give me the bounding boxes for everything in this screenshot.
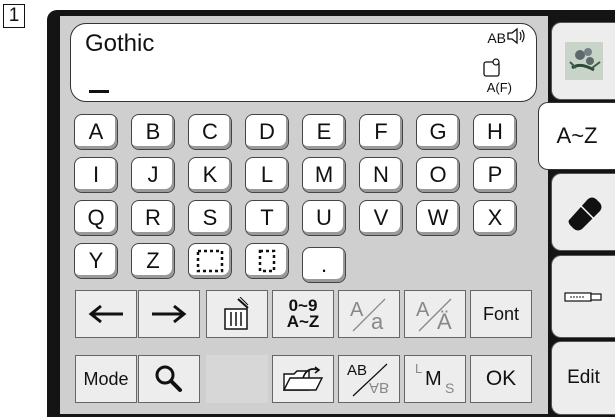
text-display: Gothic AB A(F) bbox=[70, 23, 537, 102]
mirror-button[interactable]: AB AB bbox=[338, 355, 400, 403]
key-b[interactable]: B bbox=[131, 114, 175, 150]
slash-divider bbox=[352, 298, 386, 332]
folder-open-icon bbox=[282, 366, 324, 391]
key-a[interactable]: A bbox=[74, 114, 118, 150]
font-name: Gothic bbox=[85, 30, 155, 57]
key-s[interactable]: S bbox=[188, 200, 232, 236]
narrow-space-icon bbox=[258, 249, 276, 273]
letter-size-button[interactable]: L M S bbox=[404, 355, 466, 403]
right-arrow-icon bbox=[152, 304, 187, 324]
key-t[interactable]: T bbox=[245, 200, 289, 236]
key-q[interactable]: Q bbox=[74, 200, 118, 236]
magnifier-icon bbox=[155, 365, 182, 392]
left-arrow-icon bbox=[88, 304, 123, 324]
key-m[interactable]: M bbox=[302, 157, 346, 193]
key-k[interactable]: K bbox=[188, 157, 232, 193]
usb-stick-icon bbox=[563, 291, 602, 302]
numbers-label-bottom: A~Z bbox=[286, 312, 320, 331]
lowercase-button[interactable]: A a bbox=[338, 290, 400, 338]
format-label: A(F) bbox=[486, 80, 512, 95]
flower-pattern-icon bbox=[564, 42, 603, 80]
delete-icon bbox=[224, 297, 249, 330]
wide-space-key[interactable] bbox=[188, 243, 232, 279]
memory-button[interactable] bbox=[272, 355, 334, 403]
key-h[interactable]: H bbox=[473, 114, 517, 150]
key-f[interactable]: F bbox=[359, 114, 403, 150]
speaker-icon bbox=[506, 27, 526, 45]
key-j[interactable]: J bbox=[131, 157, 175, 193]
format-box-icon bbox=[482, 58, 502, 77]
tab-pattern[interactable] bbox=[551, 22, 615, 100]
key-y[interactable]: Y bbox=[74, 243, 118, 279]
key-g[interactable]: G bbox=[416, 114, 460, 150]
narrow-space-key[interactable] bbox=[245, 243, 289, 279]
mode-button[interactable]: Mode bbox=[75, 355, 137, 403]
cursor-right-button[interactable] bbox=[138, 290, 200, 338]
accent-label-bottom: Ä bbox=[437, 309, 452, 334]
key-w[interactable]: W bbox=[416, 200, 460, 236]
key-z[interactable]: Z bbox=[131, 243, 175, 279]
size-l: L bbox=[415, 361, 423, 376]
empty-slot bbox=[206, 355, 268, 403]
eraser-icon bbox=[568, 197, 601, 231]
step-number: 1 bbox=[3, 4, 25, 28]
key-v[interactable]: V bbox=[359, 200, 403, 236]
key-u[interactable]: U bbox=[302, 200, 346, 236]
key-o[interactable]: O bbox=[416, 157, 460, 193]
tab-usb[interactable] bbox=[551, 255, 615, 338]
key-period[interactable]: . bbox=[302, 247, 346, 283]
size-s: S bbox=[445, 380, 455, 396]
key-d[interactable]: D bbox=[245, 114, 289, 150]
numbers-button[interactable]: 0~9 A~Z bbox=[272, 290, 334, 338]
font-button[interactable]: Font bbox=[470, 290, 532, 338]
text-cursor bbox=[89, 90, 109, 93]
cursor-left-button[interactable] bbox=[75, 290, 137, 338]
delete-button[interactable] bbox=[206, 290, 268, 338]
wide-space-icon bbox=[196, 249, 224, 273]
key-x[interactable]: X bbox=[473, 200, 517, 236]
key-i[interactable]: I bbox=[74, 157, 118, 193]
key-l[interactable]: L bbox=[245, 157, 289, 193]
key-c[interactable]: C bbox=[188, 114, 232, 150]
slash-divider bbox=[418, 298, 452, 332]
key-e[interactable]: E bbox=[302, 114, 346, 150]
tab-edit[interactable]: Edit bbox=[551, 341, 615, 415]
ok-button[interactable]: OK bbox=[470, 355, 532, 403]
accent-button[interactable]: A Ä bbox=[404, 290, 466, 338]
key-p[interactable]: P bbox=[473, 157, 517, 193]
tab-erase[interactable] bbox=[551, 173, 615, 251]
key-n[interactable]: N bbox=[359, 157, 403, 193]
mirror-label-bottom: AB bbox=[369, 379, 390, 396]
zoom-button[interactable] bbox=[138, 355, 200, 403]
key-r[interactable]: R bbox=[131, 200, 175, 236]
lowercase-label-bottom: a bbox=[371, 309, 384, 334]
case-indicator: AB bbox=[487, 30, 506, 46]
size-m: M bbox=[425, 368, 442, 390]
tab-alphabet[interactable]: A~Z bbox=[538, 102, 615, 170]
